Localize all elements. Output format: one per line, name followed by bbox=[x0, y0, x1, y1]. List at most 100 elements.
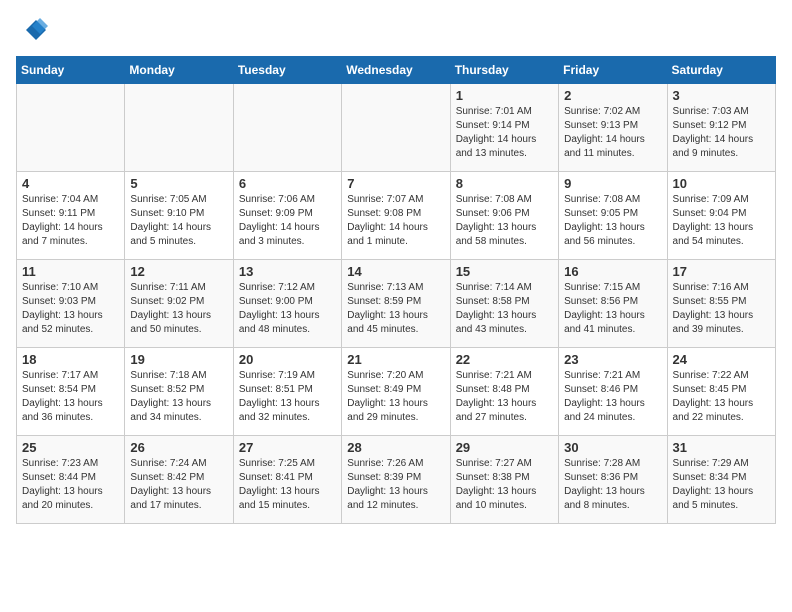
day-info-line: Sunset: 9:11 PM bbox=[22, 207, 119, 221]
day-number: 17 bbox=[673, 264, 770, 279]
day-info-line: Sunrise: 7:08 AM bbox=[456, 193, 553, 207]
day-info-line: Daylight: 13 hours bbox=[456, 309, 553, 323]
day-info-line: Daylight: 13 hours bbox=[130, 485, 227, 499]
calendar-cell: 17Sunrise: 7:16 AMSunset: 8:55 PMDayligh… bbox=[667, 260, 775, 348]
day-info-line: and 5 minutes. bbox=[130, 235, 227, 249]
day-info-line: and 29 minutes. bbox=[347, 411, 444, 425]
day-number: 2 bbox=[564, 88, 661, 103]
day-info-line: Sunset: 9:00 PM bbox=[239, 295, 336, 309]
weekday-header: Thursday bbox=[450, 57, 558, 84]
day-number: 14 bbox=[347, 264, 444, 279]
day-info-line: and 17 minutes. bbox=[130, 499, 227, 513]
calendar-cell: 1Sunrise: 7:01 AMSunset: 9:14 PMDaylight… bbox=[450, 84, 558, 172]
calendar-week-row: 1Sunrise: 7:01 AMSunset: 9:14 PMDaylight… bbox=[17, 84, 776, 172]
day-info-line: Sunrise: 7:28 AM bbox=[564, 457, 661, 471]
day-info-line: Sunset: 8:59 PM bbox=[347, 295, 444, 309]
day-info-line: Sunset: 9:03 PM bbox=[22, 295, 119, 309]
day-info-line: and 24 minutes. bbox=[564, 411, 661, 425]
day-info-line: Daylight: 13 hours bbox=[564, 221, 661, 235]
day-info-line: and 10 minutes. bbox=[456, 499, 553, 513]
calendar-table: SundayMondayTuesdayWednesdayThursdayFrid… bbox=[16, 56, 776, 524]
day-info-line: Sunset: 8:55 PM bbox=[673, 295, 770, 309]
day-info-line: Sunset: 8:58 PM bbox=[456, 295, 553, 309]
day-number: 22 bbox=[456, 352, 553, 367]
calendar-cell: 14Sunrise: 7:13 AMSunset: 8:59 PMDayligh… bbox=[342, 260, 450, 348]
day-info-line: Sunrise: 7:13 AM bbox=[347, 281, 444, 295]
day-info-line: Sunset: 9:05 PM bbox=[564, 207, 661, 221]
day-info-line: and 1 minute. bbox=[347, 235, 444, 249]
day-number: 25 bbox=[22, 440, 119, 455]
day-info-line: Sunrise: 7:25 AM bbox=[239, 457, 336, 471]
weekday-header: Saturday bbox=[667, 57, 775, 84]
calendar-cell: 7 Sunrise: 7:07 AMSunset: 9:08 PMDaylight… bbox=[342, 172, 450, 260]
day-info-line: Daylight: 14 hours bbox=[239, 221, 336, 235]
day-info-line: and 9 minutes. bbox=[673, 147, 770, 161]
day-info-line: Sunrise: 7:03 AM bbox=[673, 105, 770, 119]
calendar-cell: 11Sunrise: 7:10 AMSunset: 9:03 PMDayligh… bbox=[17, 260, 125, 348]
day-info-line: Sunrise: 7:06 AM bbox=[239, 193, 336, 207]
day-info-line: Sunrise: 7:11 AM bbox=[130, 281, 227, 295]
day-info-line: and 13 minutes. bbox=[456, 147, 553, 161]
day-info-line: Sunset: 9:08 PM bbox=[347, 207, 444, 221]
day-number: 10 bbox=[673, 176, 770, 191]
day-info-line: Sunset: 9:09 PM bbox=[239, 207, 336, 221]
calendar-cell: 8Sunrise: 7:08 AMSunset: 9:06 PMDaylight… bbox=[450, 172, 558, 260]
day-info-line: and 11 minutes. bbox=[564, 147, 661, 161]
day-number: 30 bbox=[564, 440, 661, 455]
calendar-cell: 30Sunrise: 7:28 AMSunset: 8:36 PMDayligh… bbox=[559, 436, 667, 524]
day-info-line: Sunrise: 7:09 AM bbox=[673, 193, 770, 207]
day-info-line: Sunrise: 7:04 AM bbox=[22, 193, 119, 207]
calendar-cell: 28Sunrise: 7:26 AMSunset: 8:39 PMDayligh… bbox=[342, 436, 450, 524]
day-info-line: Sunrise: 7:22 AM bbox=[673, 369, 770, 383]
day-info-line: Sunrise: 7:29 AM bbox=[673, 457, 770, 471]
day-info-line: and 34 minutes. bbox=[130, 411, 227, 425]
day-info-line: Daylight: 13 hours bbox=[673, 397, 770, 411]
day-info-line: Sunrise: 7:20 AM bbox=[347, 369, 444, 383]
day-info-line: Sunrise: 7:10 AM bbox=[22, 281, 119, 295]
day-info-line: and 32 minutes. bbox=[239, 411, 336, 425]
calendar-cell bbox=[125, 84, 233, 172]
calendar-cell: 5Sunrise: 7:05 AMSunset: 9:10 PMDaylight… bbox=[125, 172, 233, 260]
day-info-line: and 52 minutes. bbox=[22, 323, 119, 337]
day-info-line: Sunrise: 7:27 AM bbox=[456, 457, 553, 471]
day-info-line: Daylight: 13 hours bbox=[130, 397, 227, 411]
calendar-week-row: 11 Sunrise: 7:10 AMSunset: 9:03 PM Dayligh… bbox=[17, 260, 776, 348]
calendar-cell: 9Sunrise: 7:08 AMSunset: 9:05 PMDaylight… bbox=[559, 172, 667, 260]
day-info-line: Sunrise: 7:17 AM bbox=[22, 369, 119, 383]
day-info-line: Sunset: 8:42 PM bbox=[130, 471, 227, 485]
day-number: 11 bbox=[22, 264, 119, 279]
calendar-cell bbox=[17, 84, 125, 172]
day-number: 5 bbox=[130, 176, 227, 191]
day-info-line: Sunset: 9:02 PM bbox=[130, 295, 227, 309]
day-number: 19 bbox=[130, 352, 227, 367]
day-number: 7 bbox=[347, 176, 444, 191]
day-info-line: Daylight: 14 hours bbox=[22, 221, 119, 235]
day-info-line: and 36 minutes. bbox=[22, 411, 119, 425]
day-info-line: Daylight: 13 hours bbox=[456, 485, 553, 499]
day-info-line: Sunrise: 7:07 AM bbox=[347, 193, 444, 207]
day-info-line: Sunrise: 7:08 AM bbox=[564, 193, 661, 207]
day-info-line: Daylight: 14 hours bbox=[347, 221, 444, 235]
calendar-cell: 3Sunrise: 7:03 AMSunset: 9:12 PMDaylight… bbox=[667, 84, 775, 172]
calendar-cell: 19Sunrise: 7:18 AMSunset: 8:52 PMDayligh… bbox=[125, 348, 233, 436]
day-info-line: Sunset: 9:10 PM bbox=[130, 207, 227, 221]
calendar-cell: 29Sunrise: 7:27 AMSunset: 8:38 PMDayligh… bbox=[450, 436, 558, 524]
calendar-cell: 16Sunrise: 7:15 AMSunset: 8:56 PMDayligh… bbox=[559, 260, 667, 348]
day-info-line: Sunset: 9:14 PM bbox=[456, 119, 553, 133]
day-info-line: Sunset: 8:51 PM bbox=[239, 383, 336, 397]
day-info-line: Daylight: 14 hours bbox=[456, 133, 553, 147]
day-info-line: and 41 minutes. bbox=[564, 323, 661, 337]
day-info-line: Sunrise: 7:16 AM bbox=[673, 281, 770, 295]
day-info-line: and 27 minutes. bbox=[456, 411, 553, 425]
day-number: 23 bbox=[564, 352, 661, 367]
day-info-line: and 50 minutes. bbox=[130, 323, 227, 337]
calendar-cell: 24Sunrise: 7:22 AMSunset: 8:45 PMDayligh… bbox=[667, 348, 775, 436]
day-info-line: and 39 minutes. bbox=[673, 323, 770, 337]
day-info-line: Sunset: 9:04 PM bbox=[673, 207, 770, 221]
day-number: 1 bbox=[456, 88, 553, 103]
weekday-header: Wednesday bbox=[342, 57, 450, 84]
day-info-line: Sunset: 8:49 PM bbox=[347, 383, 444, 397]
calendar-cell: 25Sunrise: 7:23 AMSunset: 8:44 PMDayligh… bbox=[17, 436, 125, 524]
day-info-line: Daylight: 13 hours bbox=[239, 485, 336, 499]
day-info-line: and 3 minutes. bbox=[239, 235, 336, 249]
